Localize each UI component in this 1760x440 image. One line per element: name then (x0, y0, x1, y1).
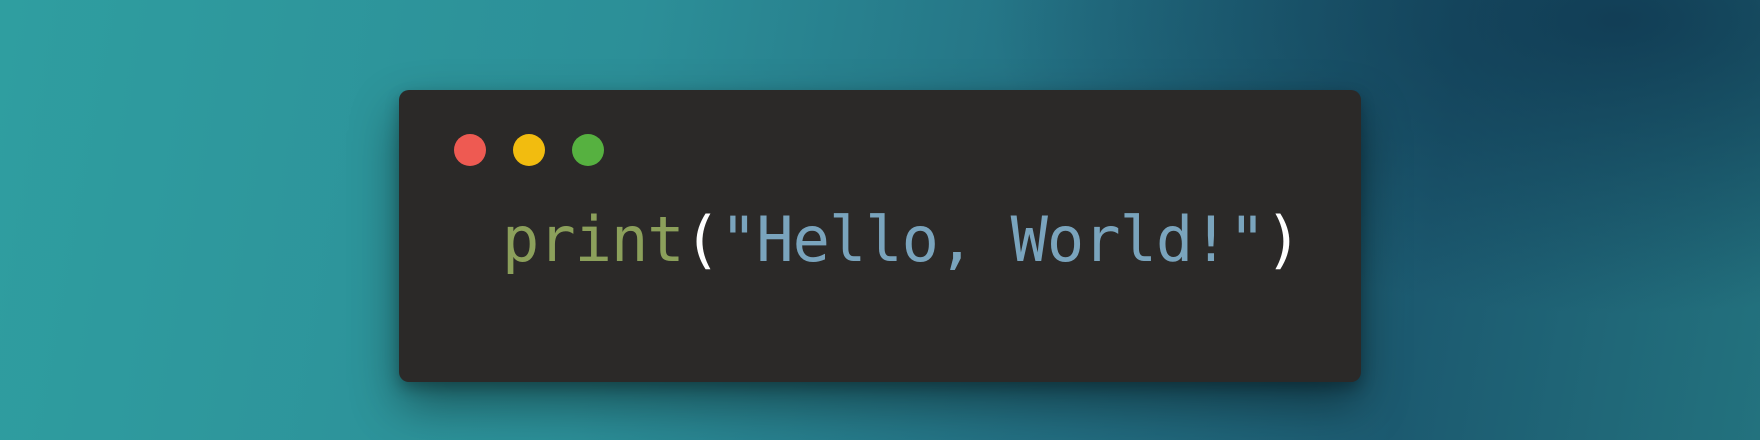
close-button[interactable] (454, 134, 486, 166)
maximize-button[interactable] (572, 134, 604, 166)
close-paren: ) (1264, 203, 1302, 276)
function-name: print (502, 203, 685, 276)
open-paren: ( (683, 203, 721, 276)
window-controls (454, 134, 604, 166)
code-window: print("Hello, World!") (399, 90, 1361, 382)
string-literal: "Hello, World!" (719, 203, 1266, 276)
minimize-button[interactable] (513, 134, 545, 166)
code-line: print("Hello, World!") (502, 202, 1302, 278)
